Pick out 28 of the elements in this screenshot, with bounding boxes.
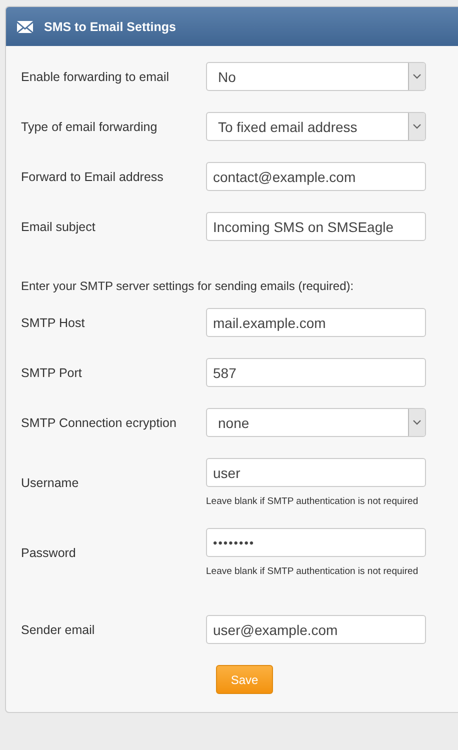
field-label: Forward to Email address (21, 170, 164, 184)
field-label: Sender email (21, 622, 96, 636)
dropdown[interactable]: none (206, 408, 426, 437)
panel-title: SMS to Email Settings (44, 20, 176, 34)
field-label: Email subject (21, 220, 96, 234)
caret-icon (413, 124, 421, 129)
field-label: Password (21, 546, 77, 560)
field-label: Enable forwarding to email (21, 70, 170, 84)
section-intro: Enter your SMTP server settings for sending emails (required): (21, 279, 355, 293)
input-field[interactable]: mail.example.com (206, 308, 426, 337)
input-field[interactable]: 587 (206, 358, 426, 387)
caret-icon (413, 420, 421, 425)
field-label: SMTP Port (21, 366, 83, 380)
field-label: Type of email forwarding (21, 120, 158, 134)
password-field[interactable]: •••••••• (206, 528, 426, 557)
input-field[interactable]: Incoming SMS on SMSEagle (206, 212, 426, 241)
field-label: SMTP Connection ecryption (21, 416, 178, 430)
field-hint: Leave blank if SMTP authentication is not required (206, 566, 420, 577)
input-field[interactable]: contact@example.com (206, 162, 426, 191)
field-hint: Leave blank if SMTP authentication is not required (206, 496, 420, 507)
envelope-icon (17, 20, 33, 32)
dropdown[interactable]: No (206, 62, 426, 91)
field-label: SMTP Host (21, 316, 86, 330)
dropdown[interactable]: To fixed email address (206, 112, 426, 141)
input-field[interactable]: user (206, 458, 426, 487)
input-field[interactable]: user@example.com (206, 615, 426, 644)
field-label: Username (21, 476, 80, 490)
caret-icon (413, 74, 421, 79)
